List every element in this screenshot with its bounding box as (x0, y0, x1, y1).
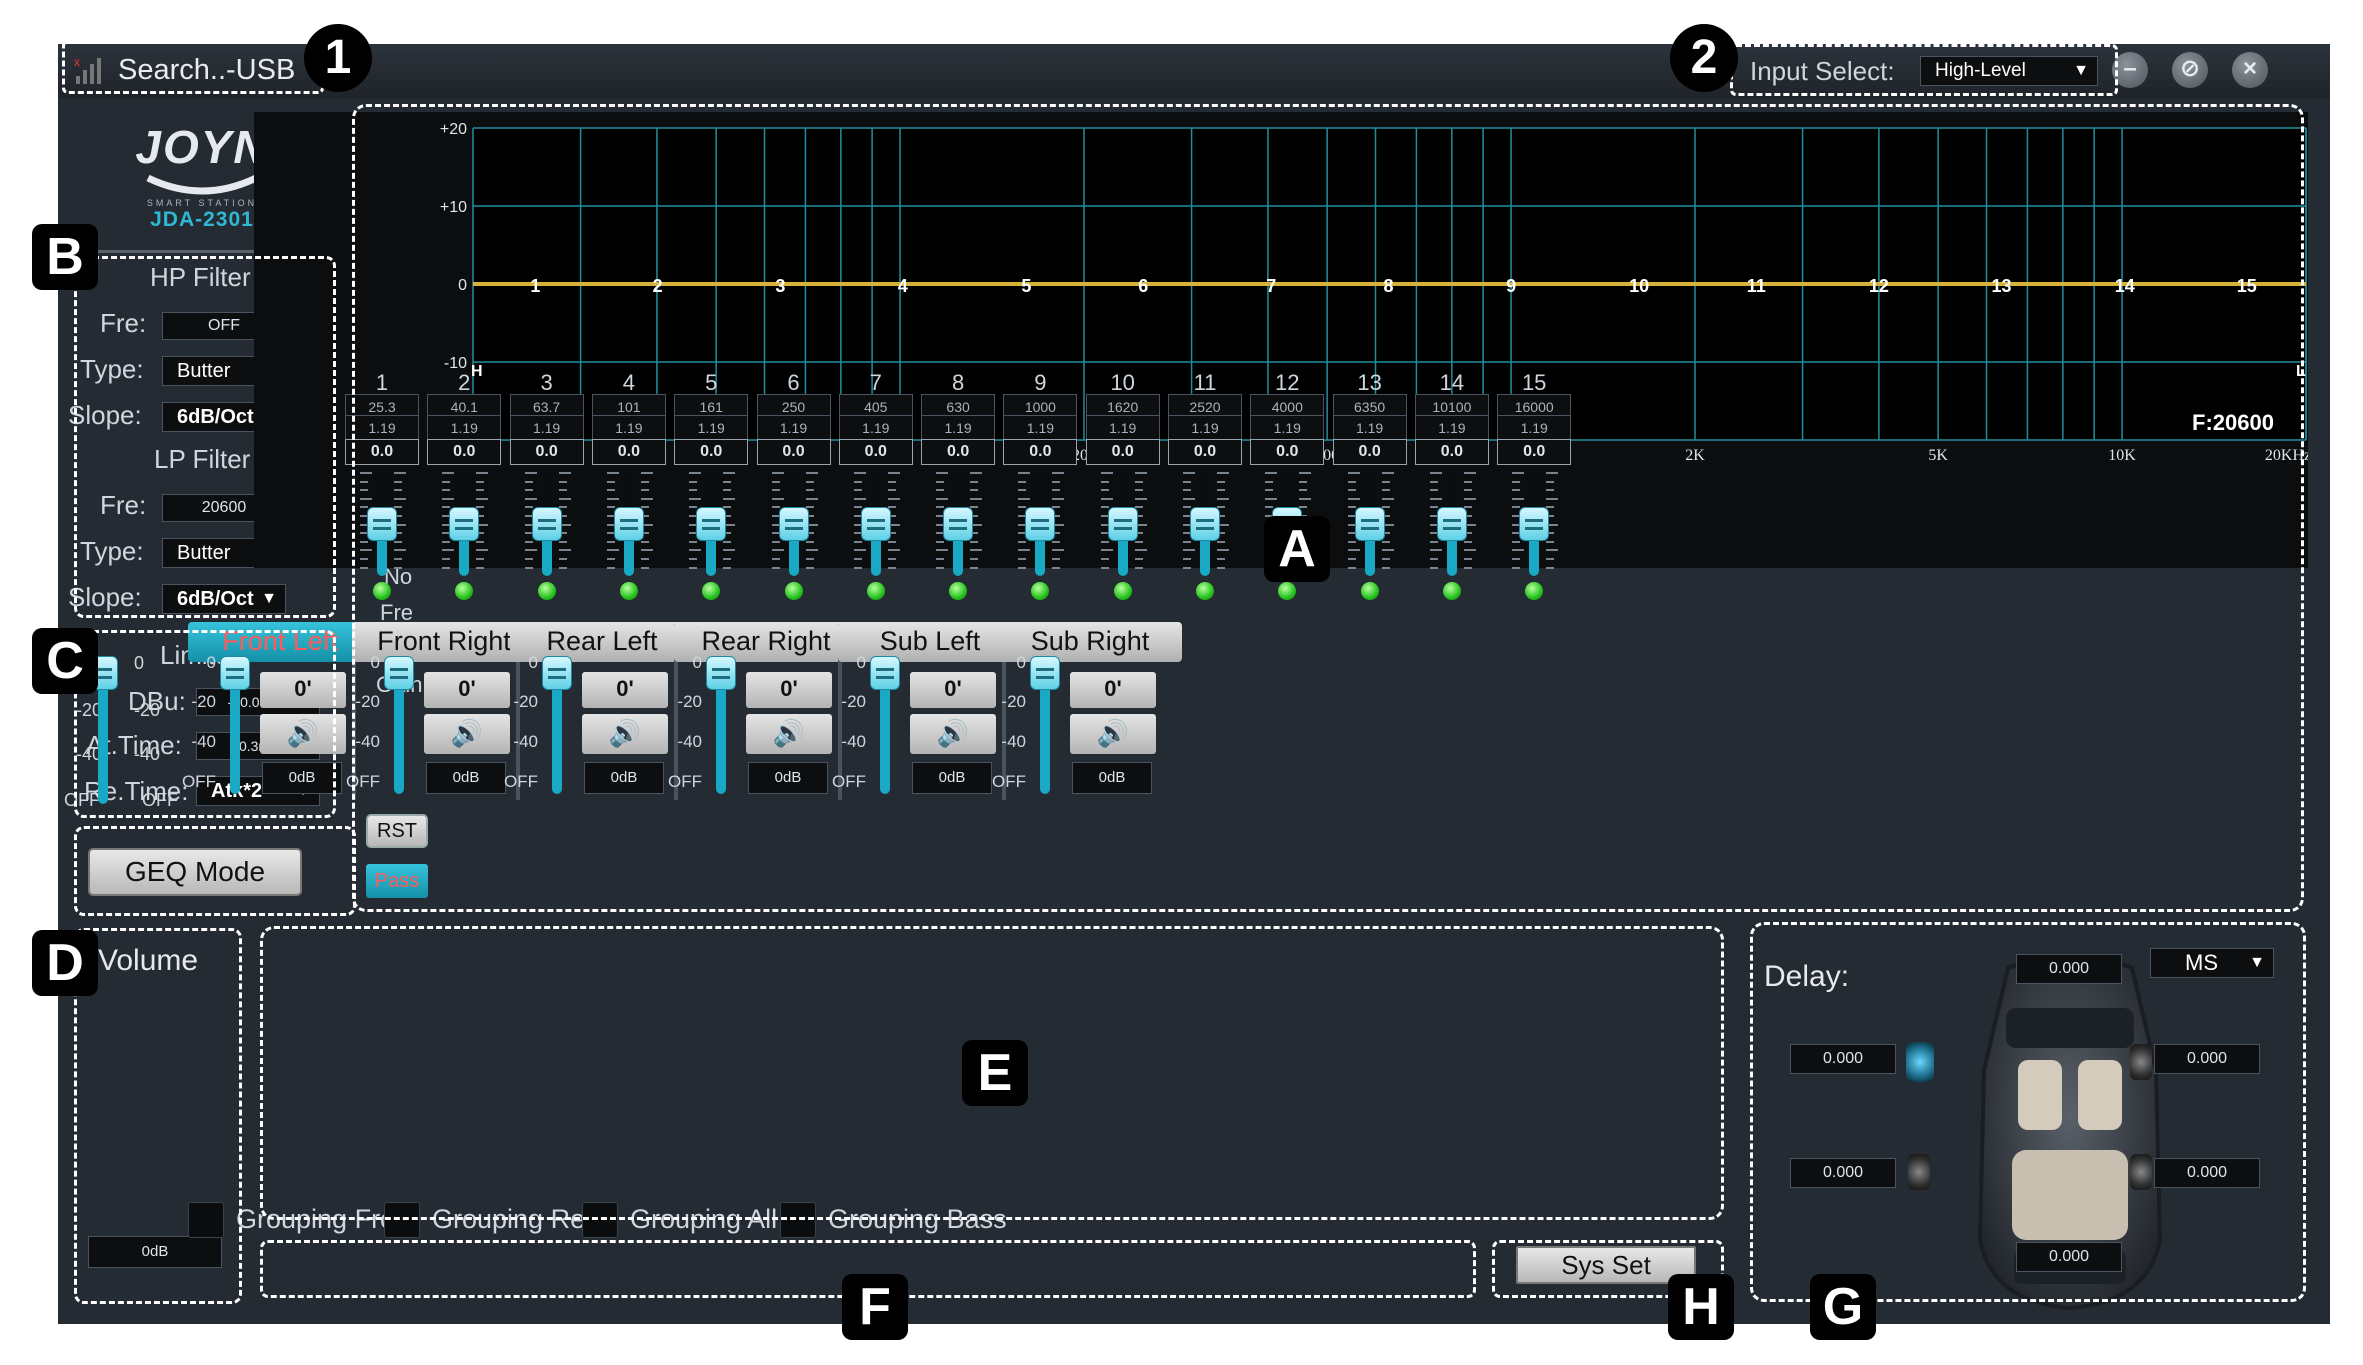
annotation-region-C (74, 630, 336, 818)
annotation-region-D (74, 928, 242, 1304)
marker-H: H (1668, 1274, 1734, 1340)
logo-smile-icon (146, 174, 258, 195)
marker-G: G (1810, 1274, 1876, 1340)
marker-E: E (962, 1040, 1028, 1106)
marker-1: 1 (304, 24, 372, 92)
annotation-region-2 (1730, 44, 2118, 96)
marker-A: A (1264, 516, 1330, 582)
annotation-region-B (74, 256, 336, 618)
annotation-region-1 (62, 40, 324, 94)
close-icon[interactable]: × (2232, 52, 2268, 88)
logo-divider (86, 250, 278, 253)
marker-2: 2 (1670, 24, 1738, 92)
restore-icon[interactable]: ⊘ (2172, 52, 2208, 88)
marker-F: F (842, 1274, 908, 1340)
annotation-region-G (1750, 922, 2306, 1302)
annotation-region-A (352, 104, 2304, 912)
marker-B: B (32, 224, 98, 290)
annotation-region-geq (74, 826, 356, 916)
marker-C: C (32, 628, 98, 694)
marker-D: D (32, 930, 98, 996)
